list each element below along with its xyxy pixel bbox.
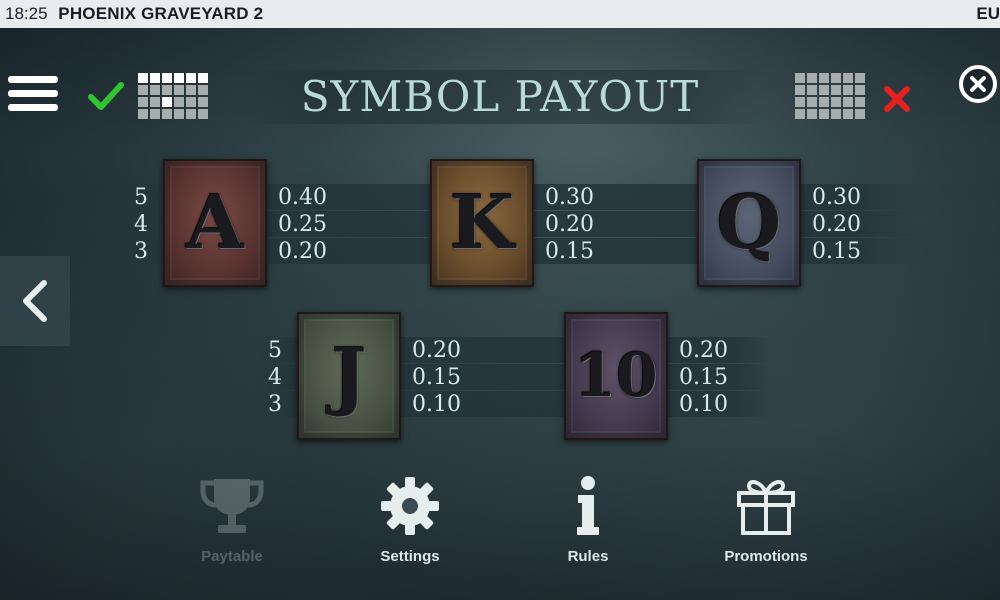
- chevron-left-icon: [23, 280, 47, 322]
- nav-label: Promotions: [724, 548, 808, 565]
- symbol-a-card: A: [163, 159, 267, 287]
- match-counts: 543: [134, 185, 148, 264]
- nav-label: Settings: [380, 548, 440, 565]
- info-icon: [577, 476, 599, 535]
- previous-page-button[interactable]: [0, 256, 70, 346]
- payout-values: 0.30 0.20 0.15: [545, 185, 594, 264]
- game-title: PHOENIX GRAVEYARD 2: [58, 4, 264, 23]
- checkmark-icon[interactable]: [88, 80, 124, 112]
- clock: 18:25: [5, 4, 48, 23]
- nav-settings[interactable]: Settings: [350, 474, 470, 565]
- payout-values: 0.20 0.15 0.10: [412, 338, 461, 417]
- nav-paytable[interactable]: Paytable: [172, 474, 292, 565]
- gear-icon: [381, 477, 439, 535]
- currency-label: EU: [976, 4, 1000, 23]
- symbol-letter: J: [331, 333, 367, 419]
- payout-values: 0.30 0.20 0.15: [812, 185, 861, 264]
- hamburger-menu-icon[interactable]: [8, 76, 58, 118]
- nav-label: Rules: [567, 548, 609, 565]
- trophy-icon: [200, 479, 264, 533]
- payout-values: 0.20 0.15 0.10: [679, 338, 728, 417]
- symbol-letter: K: [449, 180, 515, 266]
- match-counts: 543: [268, 338, 282, 417]
- symbol-letter: 10: [574, 341, 658, 411]
- symbol-10-card: 10: [564, 312, 668, 440]
- payout-values: 0.40 0.25 0.20: [278, 185, 327, 264]
- x-icon[interactable]: [882, 84, 912, 114]
- status-bar: 18:25 PHOENIX GRAVEYARD 2 EU: [0, 0, 1000, 28]
- close-circle-icon[interactable]: [959, 65, 997, 103]
- symbol-k-card: K: [430, 159, 534, 287]
- nav-label: Paytable: [201, 548, 263, 565]
- symbol-j-card: J: [297, 312, 401, 440]
- nav-rules[interactable]: Rules: [528, 474, 648, 565]
- page-title: SYMBOL PAYOUT: [240, 70, 760, 124]
- symbol-letter: A: [186, 180, 244, 266]
- nav-promotions[interactable]: Promotions: [706, 474, 826, 565]
- payline-grid-icon[interactable]: [795, 73, 865, 119]
- symbol-letter: Q: [716, 180, 782, 266]
- payline-grid-icon[interactable]: [138, 73, 208, 119]
- gift-icon: [737, 479, 795, 535]
- symbol-q-card: Q: [697, 159, 801, 287]
